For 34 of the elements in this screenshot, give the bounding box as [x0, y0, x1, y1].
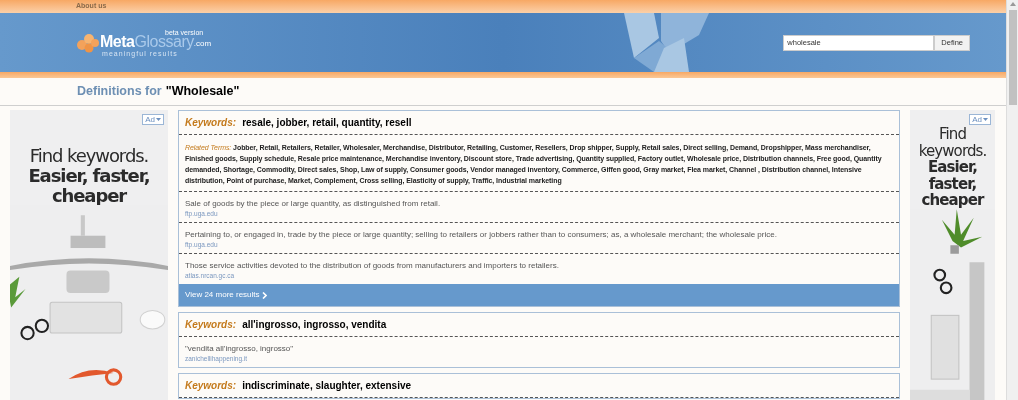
keywords: indiscriminate, slaughter, extensive: [242, 379, 412, 393]
caret-icon: [156, 117, 161, 122]
ad-headline: Easier,: [927, 159, 978, 176]
definition-text: "vendita all'ingrosso, ingrosso": [185, 343, 295, 354]
chevron-icon: [261, 291, 267, 299]
keywords-label: Keywords:: [185, 116, 237, 130]
keywords-label: Keywords:: [185, 318, 237, 332]
ad-headline: Find: [938, 126, 967, 143]
ad-banner[interactable]: Ad Find keywords. Easier, faster, cheaper: [910, 110, 995, 400]
ad-banner[interactable]: Ad Find keywords. Easier, faster, cheaper: [10, 110, 168, 400]
heading-term: "Wholesale": [165, 83, 240, 101]
more-results-button[interactable]: View 24 more results: [179, 284, 899, 306]
ad-headline: cheaper: [51, 185, 127, 206]
ad-label[interactable]: Ad: [142, 114, 164, 125]
keywords-label: Keywords:: [185, 379, 237, 393]
ad-headline: faster,: [928, 175, 977, 192]
definition-text: Pertaining to, or engaged in, trade by the piece or large quantity; selling to retailers or jobbers rather than to consumers; as, a wholesale merchant; the wholesale price.: [185, 229, 778, 240]
definition-text: Those service activities devoted to the distribution of goods from manufacturers and importers to retailers.: [185, 260, 560, 271]
scrollbar-thumb[interactable]: [1008, 10, 1017, 105]
ad-headline: keywords.: [918, 142, 987, 159]
ad-label[interactable]: Ad: [969, 114, 991, 125]
scroll-up-icon[interactable]: [1009, 2, 1016, 6]
caret-icon: [983, 117, 988, 122]
keywords: all'ingrosso, ingrosso, vendita: [242, 318, 387, 332]
logo-domain: .com: [193, 39, 212, 48]
keywords: resale, jobber, retail, quantity, resell: [242, 116, 412, 130]
ad-headline: Easier, faster,: [28, 165, 150, 186]
heading-label: Definitions for: [77, 83, 162, 101]
logo-icon: [76, 32, 100, 53]
scrollbar[interactable]: [1006, 0, 1018, 400]
ad-headline: cheaper: [921, 192, 984, 209]
definition-text: Sale of goods by the piece or large quantity, as distinguished from retail.: [185, 198, 442, 209]
ad-headline: Find keywords.: [29, 146, 149, 166]
logo-text: Meta: [100, 33, 135, 50]
